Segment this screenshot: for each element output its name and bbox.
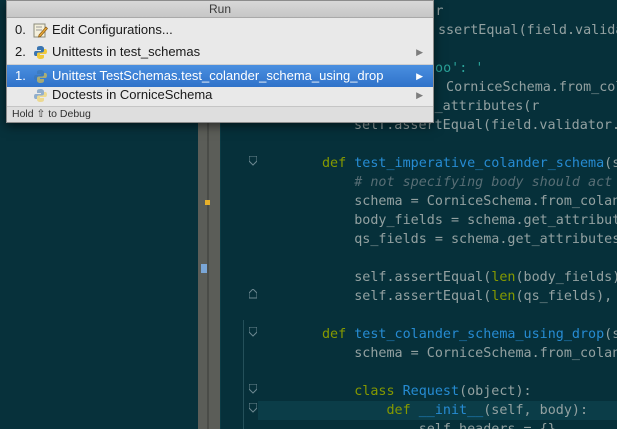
code-line[interactable]: class Request(object): xyxy=(258,382,617,401)
indent-guide xyxy=(243,320,244,429)
code-line[interactable]: qs_fields = schema.get_attributes xyxy=(258,230,617,249)
code-token: CorniceSchema.from_col xyxy=(438,80,617,95)
code-token: len xyxy=(491,289,516,304)
code-line[interactable]: self.assertEqual(len(body_fields) xyxy=(258,268,617,287)
code-line-text: CorniceSchema.from_col xyxy=(438,78,617,97)
popup-footer: Hold ⇧ to Debug xyxy=(7,106,433,122)
code-line[interactable] xyxy=(258,249,617,268)
code-line[interactable]: def test_imperative_colander_schema(s xyxy=(258,154,617,173)
code-line[interactable]: # not specifying body should act xyxy=(258,173,617,192)
code-token: class xyxy=(322,384,403,399)
ide-window: schema.get_attributes(rssertEqual(field.… xyxy=(0,0,617,429)
run-popup: Run 0. Edit Configurations... 2. Unittes… xyxy=(6,0,434,123)
code-token: schema = CorniceSchema.from_colan xyxy=(322,194,617,209)
item-label: Doctests in CorniceSchema xyxy=(52,87,213,102)
python-icon xyxy=(33,45,48,60)
code-line-text: self.assertEqual(len(body_fields) xyxy=(322,268,617,287)
code-token: test_colander_schema_using_drop xyxy=(354,327,605,342)
run-config-edit-configurations[interactable]: 0. Edit Configurations... xyxy=(7,19,433,41)
code-token: def xyxy=(322,327,355,342)
code-line-text: ssertEqual(field.validator. xyxy=(438,21,617,40)
code-token: test_imperative_colander_schema xyxy=(354,156,605,171)
code-line-text: self.assertEqual(len(qs_fields), xyxy=(322,287,617,306)
code-token: (object): xyxy=(459,384,532,399)
code-line[interactable]: self.assertEqual(len(qs_fields), xyxy=(258,287,617,306)
fold-icon[interactable] xyxy=(249,327,257,337)
code-token: def xyxy=(322,403,419,418)
code-line[interactable] xyxy=(258,363,617,382)
code-token: Request xyxy=(402,384,460,399)
code-line[interactable]: body_fields = schema.get_attribut xyxy=(258,211,617,230)
code-token: __init__ xyxy=(418,403,484,418)
code-token: (body_fields) xyxy=(515,270,617,285)
code-token: (self, body): xyxy=(483,403,589,418)
submenu-arrow-icon: ▶ xyxy=(416,90,423,100)
code-token: # not specifying body should act xyxy=(322,175,613,190)
code-line-text: def test_imperative_colander_schema(s xyxy=(322,154,617,173)
code-token: def xyxy=(322,156,355,171)
code-line[interactable] xyxy=(258,135,617,154)
code-line[interactable]: def test_colander_schema_using_drop(s xyxy=(258,325,617,344)
code-line[interactable]: schema = CorniceSchema.from_colan xyxy=(258,192,617,211)
python-icon xyxy=(33,88,48,103)
code-line-text: class Request(object): xyxy=(322,382,532,401)
code-token: body_fields = schema.get_attribut xyxy=(322,213,617,228)
code-line-text: schema = CorniceSchema.from_colan xyxy=(322,344,617,363)
code-line[interactable] xyxy=(258,306,617,325)
debug-hint: Hold ⇧ to Debug xyxy=(12,108,91,120)
fold-icon[interactable] xyxy=(249,289,257,299)
code-line-text: body_fields = schema.get_attribut xyxy=(322,211,617,230)
item-label: Unittests in test_schemas xyxy=(52,44,201,59)
item-number: 2. xyxy=(15,44,26,59)
code-line-text: schema = CorniceSchema.from_colan xyxy=(322,192,617,211)
code-token: self.assertEqual( xyxy=(322,270,492,285)
item-label: Edit Configurations... xyxy=(52,22,173,37)
popup-title: Run xyxy=(7,1,433,18)
code-token: len xyxy=(491,270,516,285)
code-line-text: qs_fields = schema.get_attributes xyxy=(322,230,617,249)
code-token: (s xyxy=(604,327,617,342)
code-line-text: def test_colander_schema_using_drop(s xyxy=(322,325,617,344)
code-line-text: def __init__(self, body): xyxy=(322,401,588,420)
python-icon xyxy=(33,69,48,84)
run-config-unittests-in-test-schemas[interactable]: 2. Unittests in test_schemas ▶ xyxy=(7,41,433,63)
item-number: 0. xyxy=(15,22,26,37)
code-token: (qs_fields), xyxy=(515,289,617,304)
code-token: self.headers = {} xyxy=(322,422,556,429)
fold-icon[interactable] xyxy=(249,384,257,394)
code-line-text: self.headers = {} xyxy=(322,420,556,429)
code-token: schema = CorniceSchema.from_colan xyxy=(322,346,617,361)
code-line[interactable]: def __init__(self, body): xyxy=(258,401,617,420)
code-line[interactable]: self.headers = {} xyxy=(258,420,617,429)
code-token: qs_fields = schema.get_attributes xyxy=(322,232,617,247)
code-token: (s xyxy=(604,156,617,171)
edit-config-icon xyxy=(33,23,48,38)
warning-marker[interactable] xyxy=(205,200,210,205)
code-line-text: # not specifying body should act xyxy=(322,173,612,192)
submenu-arrow-icon: ▶ xyxy=(416,47,423,57)
code-token: self.assertEqual( xyxy=(322,289,492,304)
fold-icon[interactable] xyxy=(249,156,257,166)
fold-icon[interactable] xyxy=(249,403,257,413)
code-token: ssertEqual(field.validator. xyxy=(438,23,617,38)
bookmark-marker[interactable] xyxy=(201,264,207,273)
code-line[interactable]: schema = CorniceSchema.from_colan xyxy=(258,344,617,363)
run-config-doctests-in-cornice-schema[interactable]: Doctests in CorniceSchema ▶ xyxy=(7,84,433,106)
